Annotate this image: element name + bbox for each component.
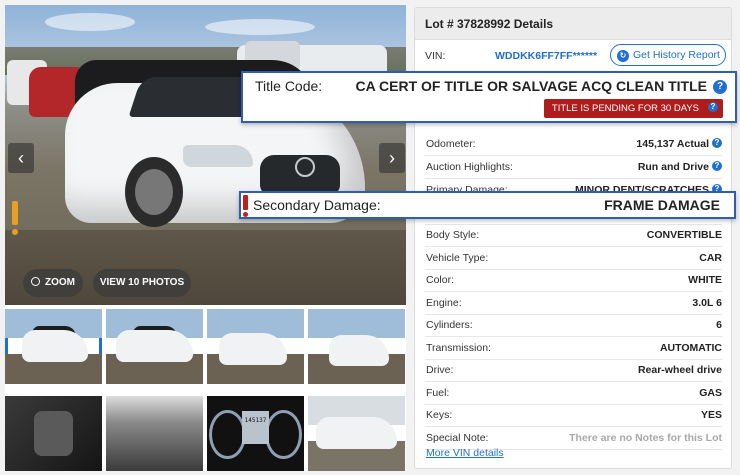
detail-row: Keys: YES	[425, 404, 722, 427]
thumbnail-2[interactable]	[106, 309, 203, 384]
thumbnail-1[interactable]	[5, 309, 102, 384]
odometer-display: 145137	[241, 411, 270, 444]
photo-car-wheel	[125, 157, 183, 227]
detail-value: Run and Drive?	[638, 156, 722, 178]
detail-value-text: WHITE	[688, 274, 722, 286]
detail-value: GAS	[699, 382, 722, 404]
detail-value: WHITE	[688, 269, 722, 291]
thumbnail-7[interactable]: 145137	[207, 396, 304, 471]
detail-label: Vehicle Type:	[426, 252, 489, 264]
history-report-icon: ↻	[617, 50, 629, 62]
detail-value-text: AUTOMATIC	[659, 342, 722, 354]
detail-row: Color: WHITE	[425, 269, 722, 292]
title-code-callout: Title Code: CA CERT OF TITLE OR SALVAGE …	[241, 71, 737, 123]
photo-car-headlight	[183, 145, 253, 167]
zoom-button[interactable]: ZOOM	[23, 269, 83, 297]
detail-value-text: GAS	[699, 387, 722, 399]
secondary-damage-label: Secondary Damage:	[253, 197, 381, 213]
detail-label: Drive:	[426, 364, 454, 376]
detail-value-text: There are no Notes for this Lot	[569, 432, 722, 444]
more-vin-details-link[interactable]: More VIN details	[426, 447, 504, 459]
info-help-icon[interactable]: ?	[712, 138, 722, 149]
detail-row: Auction Highlights: Run and Drive?	[425, 156, 722, 179]
detail-label: Keys:	[426, 409, 453, 421]
thumbnail-4[interactable]	[308, 309, 405, 384]
zoom-label: ZOOM	[45, 277, 75, 288]
thumbnail-3[interactable]	[207, 309, 304, 384]
detail-value-text: Rear-wheel drive	[637, 364, 722, 376]
detail-row: Body Style: CONVERTIBLE	[425, 224, 722, 247]
detail-label: Body Style:	[426, 229, 480, 241]
detail-label: Engine:	[426, 297, 462, 309]
detail-value: 6	[716, 314, 722, 336]
detail-value: CAR	[699, 247, 722, 269]
arrow-right-icon: ›	[389, 148, 395, 168]
detail-value-text: CONVERTIBLE	[646, 229, 722, 241]
view-photos-label: VIEW 10 PHOTOS	[99, 277, 185, 288]
main-vehicle-photo[interactable]: ‹ › ZOOM VIEW 10 PHOTOS	[5, 5, 406, 305]
previous-photo-button[interactable]: ‹	[8, 143, 34, 173]
detail-value: CONVERTIBLE	[647, 224, 722, 246]
title-pending-help-icon[interactable]: ?	[708, 102, 718, 112]
detail-label: Color:	[426, 274, 455, 286]
detail-value: YES	[701, 404, 722, 426]
thumbnail-5[interactable]	[5, 396, 102, 471]
photo-cloud	[205, 19, 315, 35]
magnifier-icon	[31, 277, 40, 286]
detail-label: Transmission:	[426, 342, 491, 354]
title-pending-badge: TITLE IS PENDING FOR 30 DAYS ?	[543, 99, 723, 118]
lot-details-header: Lot # 37828992 Details	[415, 8, 731, 40]
detail-label: Fuel:	[426, 387, 450, 399]
thumbnail-6[interactable]	[106, 396, 203, 471]
detail-label: Special Note:	[426, 432, 489, 444]
history-report-label: Get History Report	[633, 49, 720, 61]
detail-value-text: Run and Drive	[637, 161, 709, 173]
detail-row: Engine: 3.0L 6	[425, 292, 722, 315]
detail-row: Vehicle Type: CAR	[425, 247, 722, 270]
detail-value-text: CAR	[699, 252, 722, 264]
info-help-icon[interactable]: ?	[712, 161, 722, 172]
photo-cloud	[45, 13, 135, 31]
vin-row: VIN: WDDKK6FF7FF****** ↻ Get History Repo…	[425, 44, 726, 68]
vin-label: VIN:	[425, 50, 446, 62]
title-code-value: CA CERT OF TITLE OR SALVAGE ACQ CLEAN TI…	[355, 78, 707, 94]
detail-row: Odometer: 145,137 Actual?	[425, 133, 722, 156]
vin-value[interactable]: WDDKK6FF7FF******	[495, 44, 597, 68]
title-code-help-icon[interactable]: ?	[713, 80, 727, 94]
secondary-damage-callout: Secondary Damage: FRAME DAMAGE	[239, 191, 736, 219]
detail-row: Cylinders: 6	[425, 314, 722, 337]
detail-label: Cylinders:	[426, 319, 473, 331]
title-code-label: Title Code:	[255, 78, 323, 94]
arrow-left-icon: ‹	[18, 148, 24, 168]
detail-value: 145,137 Actual?	[636, 133, 722, 155]
photo-car-emblem	[295, 157, 315, 177]
detail-value: There are no Notes for this Lot	[569, 427, 722, 449]
detail-value: AUTOMATIC	[660, 337, 722, 359]
detail-label: Auction Highlights:	[426, 161, 513, 173]
next-photo-button[interactable]: ›	[379, 143, 405, 173]
secondary-damage-value: FRAME DAMAGE	[604, 197, 720, 213]
detail-value-text: YES	[700, 409, 722, 421]
detail-value: Rear-wheel drive	[638, 359, 722, 381]
get-history-report-button[interactable]: ↻ Get History Report	[610, 44, 726, 66]
detail-value-text: 145,137 Actual	[636, 138, 709, 150]
view-photos-button[interactable]: VIEW 10 PHOTOS	[93, 269, 191, 297]
exclamation-icon	[243, 195, 249, 217]
detail-value-text: 3.0L 6	[692, 297, 722, 309]
detail-value-text: 6	[716, 319, 722, 331]
title-pending-text: TITLE IS PENDING FOR 30 DAYS	[551, 103, 699, 114]
detail-value: 3.0L 6	[692, 292, 722, 314]
detail-label: Odometer:	[426, 138, 476, 150]
thumbnail-8[interactable]	[308, 396, 405, 471]
exclamation-icon	[10, 201, 20, 237]
detail-row: Drive: Rear-wheel drive	[425, 359, 722, 382]
detail-row: Fuel: GAS	[425, 382, 722, 405]
detail-row: Transmission: AUTOMATIC	[425, 337, 722, 360]
